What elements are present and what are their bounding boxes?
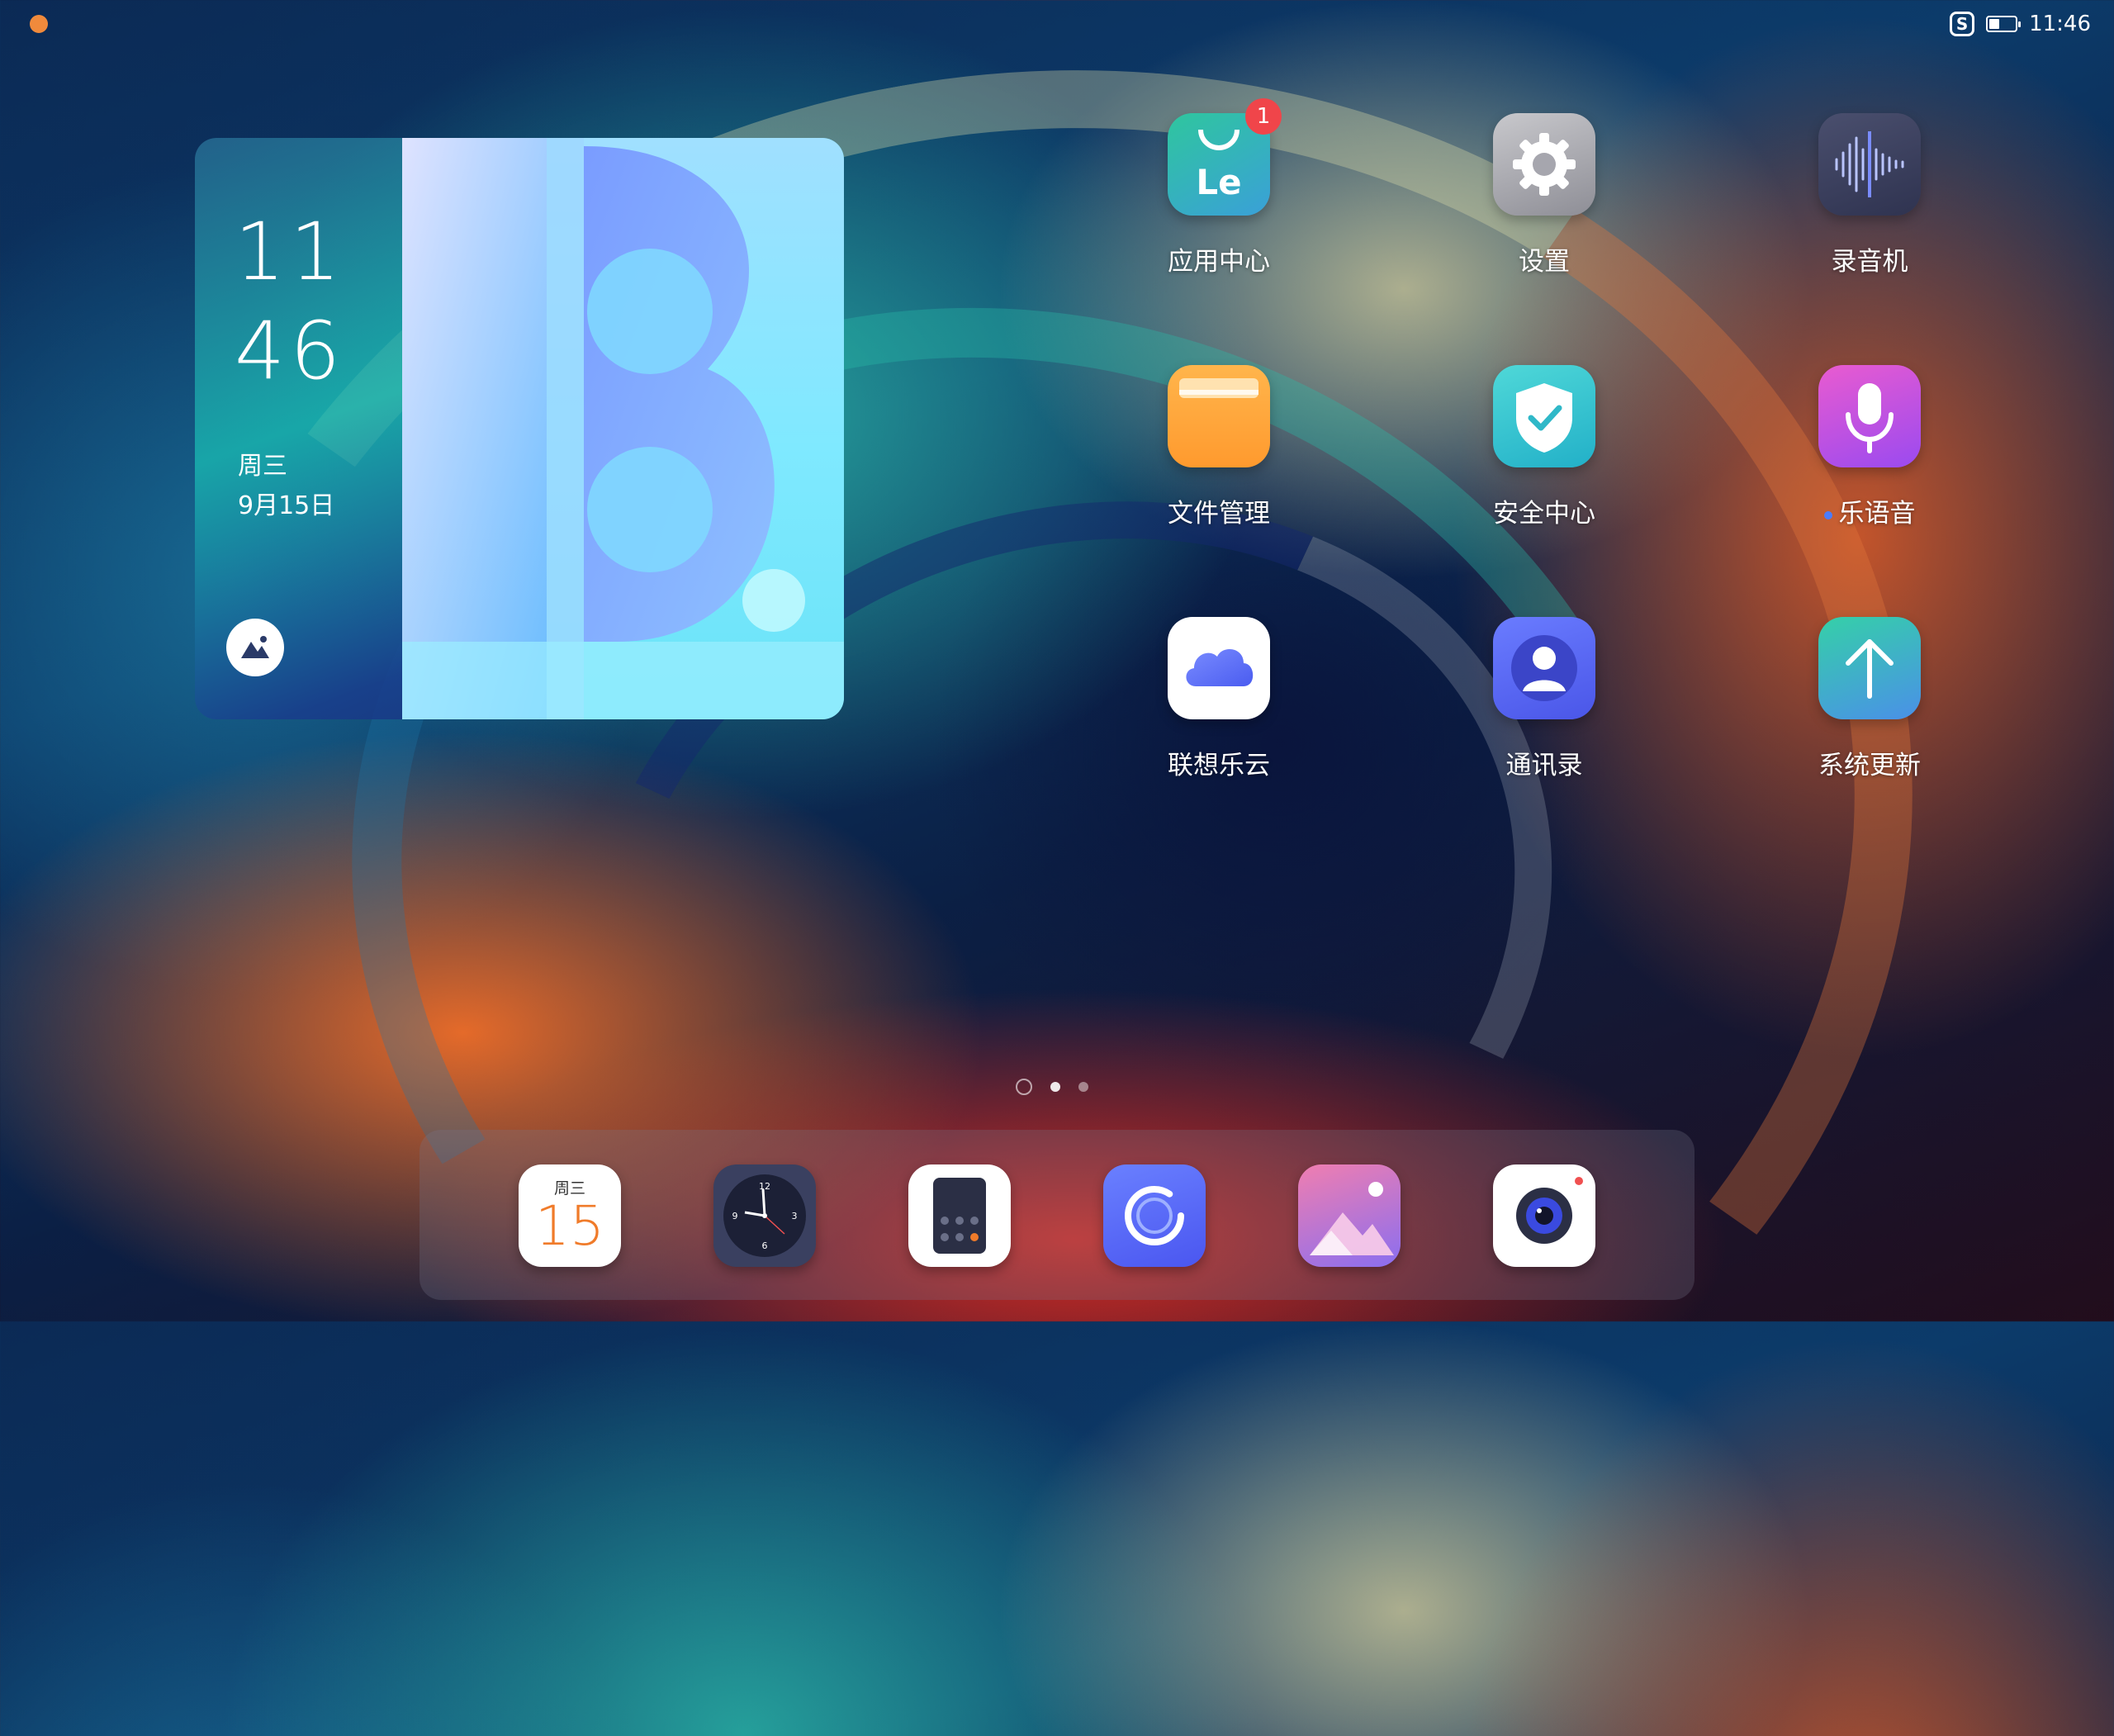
- app-center-app[interactable]: Le 1 应用中心: [1136, 98, 1301, 277]
- battery-icon: [1986, 16, 2022, 32]
- file-manager-app[interactable]: 文件管理: [1136, 365, 1301, 529]
- camera-icon[interactable]: [1493, 1164, 1595, 1267]
- recorder-app[interactable]: 录音机: [1787, 113, 1952, 277]
- app-label: 安全中心: [1493, 499, 1595, 529]
- cloud-icon: [1168, 617, 1270, 719]
- settings-app[interactable]: 设置: [1462, 113, 1627, 277]
- page-dot-active[interactable]: [1050, 1082, 1060, 1092]
- app-label: 应用中心: [1168, 247, 1270, 277]
- app-label: 乐语音: [1787, 492, 1952, 529]
- page-indicator[interactable]: [1016, 1079, 1088, 1095]
- widget-hours: 11: [235, 206, 346, 298]
- sync-app-icon: S: [1950, 12, 1975, 36]
- folder-icon: [1168, 365, 1270, 467]
- clock-numeral-3: 3: [792, 1211, 798, 1221]
- microphone-icon: [1818, 365, 1921, 467]
- calculator-icon[interactable]: [908, 1164, 1011, 1267]
- app-label: 设置: [1519, 247, 1570, 277]
- widget-minutes: 46: [235, 305, 346, 397]
- svg-text:Le: Le: [1196, 162, 1241, 202]
- app-label: 通讯录: [1505, 751, 1583, 780]
- notification-badge: 1: [1245, 98, 1282, 135]
- person-icon: [1493, 617, 1595, 719]
- contacts-app[interactable]: 通讯录: [1462, 617, 1627, 781]
- status-time: 11:46: [2029, 12, 2091, 36]
- app-label: 联想乐云: [1168, 751, 1270, 780]
- clock-numeral-6: 6: [762, 1240, 768, 1251]
- page-dot[interactable]: [1078, 1082, 1088, 1092]
- app-label: 录音机: [1831, 247, 1908, 277]
- gear-icon: [1493, 113, 1595, 216]
- le-icon: Le 1: [1168, 98, 1282, 216]
- gallery-icon[interactable]: [1298, 1164, 1401, 1267]
- widget-artwork: [402, 138, 844, 719]
- app-label: 文件管理: [1168, 499, 1270, 529]
- shield-check-icon: [1493, 365, 1595, 467]
- status-bar: S 11:46: [1950, 10, 2091, 38]
- system-update-app[interactable]: 系统更新: [1787, 617, 1952, 781]
- clock-widget[interactable]: 11 46 周三 9月15日: [195, 138, 844, 719]
- arrow-up-icon: [1818, 617, 1921, 719]
- widget-date: 9月15日: [238, 491, 335, 520]
- clock-numeral-9: 9: [732, 1211, 738, 1221]
- widget-weekday: 周三: [238, 452, 287, 481]
- clock-icon[interactable]: 12 3 6 9: [713, 1164, 816, 1267]
- security-center-app[interactable]: 安全中心: [1462, 365, 1627, 529]
- calendar-icon[interactable]: 周三 15: [519, 1164, 621, 1267]
- notification-dot-icon[interactable]: [30, 15, 48, 33]
- le-voice-app[interactable]: 乐语音: [1787, 365, 1952, 529]
- dock: 周三 15 12 3 6 9: [419, 1130, 1695, 1300]
- new-dot-icon: [1823, 510, 1832, 519]
- gallery-mountain-icon[interactable]: [226, 619, 284, 676]
- lenovo-cloud-app[interactable]: 联想乐云: [1136, 617, 1301, 781]
- waveform-icon: [1818, 113, 1921, 216]
- calendar-date: 15: [535, 1194, 604, 1258]
- page-dot[interactable]: [1016, 1079, 1032, 1095]
- browser-icon[interactable]: [1103, 1164, 1206, 1267]
- clock-numeral-12: 12: [759, 1181, 770, 1192]
- app-label: 系统更新: [1818, 751, 1921, 780]
